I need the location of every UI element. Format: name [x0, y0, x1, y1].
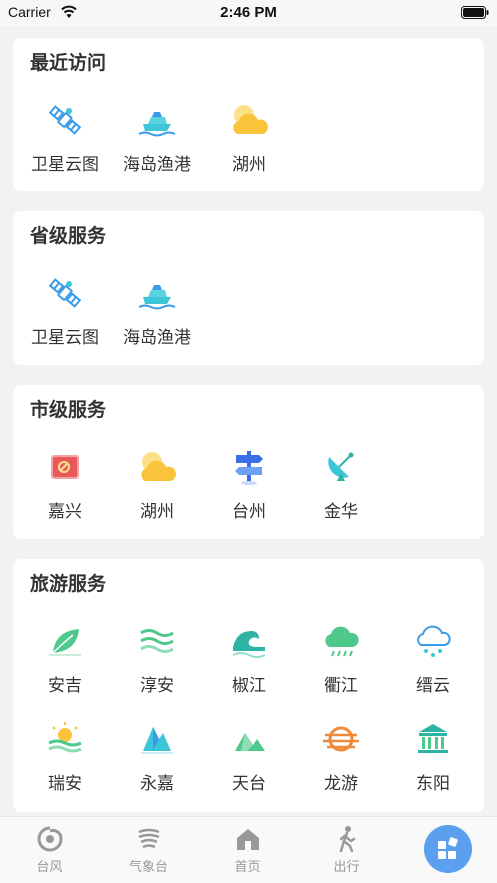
satellite-icon: [48, 105, 82, 135]
tourism-item-chunan[interactable]: 淳安: [111, 621, 203, 696]
recent-item-island-port[interactable]: 海岛渔港: [111, 100, 203, 175]
tab-label: 出行: [333, 860, 360, 875]
item-label: 卫星云图: [31, 155, 99, 175]
provincial-item-satellite[interactable]: 卫星云图: [19, 273, 111, 348]
radar-dish-icon: [328, 452, 354, 481]
item-label: 淳安: [140, 676, 174, 696]
drizzle-cloud-icon: [417, 625, 451, 657]
rain-cloud-icon: [325, 626, 359, 657]
temple-icon: [418, 724, 448, 753]
recent-visits-card: 最近访问 卫星云图 海岛渔港 湖州: [13, 38, 484, 191]
item-label: 衢江: [324, 676, 358, 696]
recent-item-satellite[interactable]: 卫星云图: [19, 100, 111, 175]
home-icon: [236, 829, 259, 850]
weather-station-icon: [138, 828, 159, 849]
tourism-services-card: 旅游服务 安吉 淳安 椒江 衢江 缙云 瑞安 永嘉 天台 龙游 东阳: [13, 559, 484, 812]
provincial-item-island-port[interactable]: 海岛渔港: [111, 273, 203, 348]
tourism-item-qujiang[interactable]: 衢江: [295, 621, 387, 696]
tourism-item-ruian[interactable]: 瑞安: [19, 719, 111, 794]
item-label: 瑞安: [48, 774, 82, 794]
tourism-item-dongyang[interactable]: 东阳: [387, 719, 479, 794]
section-title: 旅游服务: [30, 573, 107, 595]
peaks-icon: [235, 733, 265, 751]
status-bar: Carrier 2:46 PM: [0, 0, 497, 26]
clock: 2:46 PM: [220, 4, 277, 21]
walking-icon: [339, 826, 355, 853]
tourism-item-jiaojiang[interactable]: 椒江: [203, 621, 295, 696]
tab-home[interactable]: 首页: [198, 817, 297, 883]
section-title: 最近访问: [30, 52, 107, 74]
item-label: 天台: [232, 774, 266, 794]
tourism-item-longyou[interactable]: 龙游: [295, 719, 387, 794]
mountain-icon: [141, 727, 173, 754]
section-title: 省级服务: [30, 225, 107, 247]
typhoon-icon: [37, 826, 62, 852]
battery-icon: [461, 6, 489, 19]
wave-icon: [232, 631, 266, 658]
city-item-jiaxing[interactable]: 嘉兴: [19, 447, 111, 522]
sun-cloud-icon: [141, 452, 176, 481]
sunrise-icon: [48, 722, 82, 753]
tab-typhoon[interactable]: 台风: [0, 817, 99, 883]
item-label: 龙游: [324, 774, 358, 794]
tourism-item-tiantai[interactable]: 天台: [203, 719, 295, 794]
leaf-icon: [49, 629, 81, 656]
item-label: 台州: [232, 502, 266, 522]
item-label: 椒江: [232, 676, 266, 696]
item-label: 海岛渔港: [123, 155, 191, 175]
sun-cloud-icon: [233, 105, 268, 134]
tab-label: 首页: [234, 860, 261, 875]
item-label: 嘉兴: [48, 502, 82, 522]
item-label: 海岛渔港: [123, 328, 191, 348]
red-flag-icon: [51, 455, 79, 479]
provincial-services-card: 省级服务 卫星云图 海岛渔港: [13, 211, 484, 365]
haze-sun-icon: [323, 726, 359, 752]
item-label: 东阳: [416, 774, 450, 794]
ship-icon: [138, 285, 176, 310]
tab-travel[interactable]: 出行: [297, 817, 396, 883]
ship-icon: [138, 112, 176, 137]
wind-waves-icon: [140, 629, 174, 653]
signpost-icon: [235, 451, 263, 485]
item-label: 缙云: [416, 676, 450, 696]
city-item-jinhua[interactable]: 金华: [295, 447, 387, 522]
tourism-item-jinyun[interactable]: 缙云: [387, 621, 479, 696]
city-item-taizhou[interactable]: 台州: [203, 447, 295, 522]
tab-weather-station[interactable]: 气象台: [99, 817, 198, 883]
tab-label: 台风: [36, 860, 63, 875]
city-item-huzhou[interactable]: 湖州: [111, 447, 203, 522]
tourism-item-yongjia[interactable]: 永嘉: [111, 719, 203, 794]
apps-button[interactable]: [424, 825, 472, 873]
item-label: 金华: [324, 502, 358, 522]
item-label: 湖州: [140, 502, 174, 522]
city-services-card: 市级服务 嘉兴 湖州 台州 金华: [13, 385, 484, 539]
satellite-icon: [48, 278, 82, 308]
bottom-tab-bar: 台风 气象台 首页 出行: [0, 816, 497, 883]
item-label: 卫星云图: [31, 328, 99, 348]
recent-item-huzhou[interactable]: 湖州: [203, 100, 295, 175]
item-label: 安吉: [48, 676, 82, 696]
tourism-item-anji[interactable]: 安吉: [19, 621, 111, 696]
tab-label: 气象台: [128, 860, 168, 875]
apps-icon: [438, 837, 458, 859]
item-label: 永嘉: [140, 774, 174, 794]
item-label: 湖州: [232, 155, 266, 175]
section-title: 市级服务: [30, 399, 107, 421]
